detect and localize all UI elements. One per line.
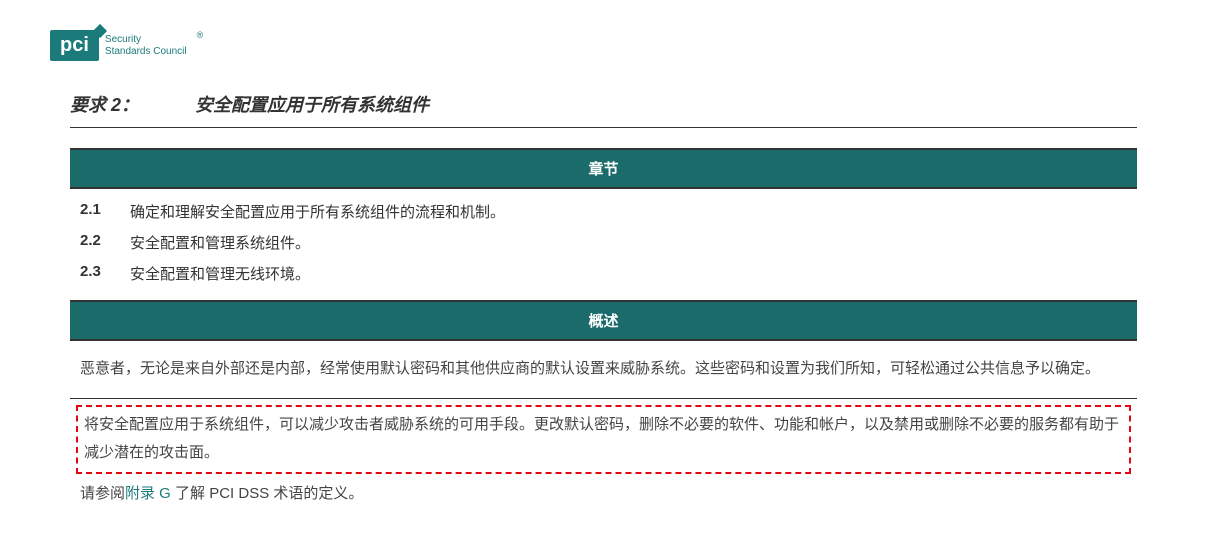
footer-note: 请参阅附录 G 了解 PCI DSS 术语的定义。 xyxy=(80,482,1127,503)
overview-header-bar: 概述 xyxy=(70,300,1137,341)
sections-list: 2.1 确定和理解安全配置应用于所有系统组件的流程和机制。 2.2 安全配置和管… xyxy=(80,201,1127,284)
section-number: 2.3 xyxy=(80,263,130,284)
logo-brand-text: pci xyxy=(60,34,89,56)
section-text: 确定和理解安全配置应用于所有系统组件的流程和机制。 xyxy=(130,201,505,222)
footer-suffix: 了解 PCI DSS 术语的定义。 xyxy=(171,485,364,502)
section-item: 2.2 安全配置和管理系统组件。 xyxy=(80,232,1127,253)
section-item: 2.1 确定和理解安全配置应用于所有系统组件的流程和机制。 xyxy=(80,201,1127,222)
sections-header-bar: 章节 xyxy=(70,148,1137,189)
overview-paragraph-1: 恶意者，无论是来自外部还是内部，经常使用默认密码和其他供应商的默认设置来威胁系统… xyxy=(80,355,1127,384)
logo-header: pci Security Standards Council ® xyxy=(50,30,1157,61)
section-number: 2.2 xyxy=(80,232,130,253)
section-text: 安全配置和管理无线环境。 xyxy=(130,263,310,284)
footer-prefix: 请参阅 xyxy=(80,485,125,502)
logo-registered-mark: ® xyxy=(197,30,204,40)
logo-subtext: Security Standards Council xyxy=(105,34,187,58)
requirement-label: 要求 2： xyxy=(70,91,190,117)
logo-line2: Standards Council xyxy=(105,46,187,58)
section-number: 2.1 xyxy=(80,201,130,222)
section-item: 2.3 安全配置和管理无线环境。 xyxy=(80,263,1127,284)
logo-line1: Security xyxy=(105,34,187,46)
section-text: 安全配置和管理系统组件。 xyxy=(130,232,310,253)
requirement-title-row: 要求 2： 安全配置应用于所有系统组件 xyxy=(70,91,1137,128)
appendix-link[interactable]: 附录 G xyxy=(125,485,171,502)
requirement-text: 安全配置应用于所有系统组件 xyxy=(195,95,429,115)
divider xyxy=(70,398,1137,399)
logo-brand-box: pci xyxy=(50,30,99,61)
highlight-box: 将安全配置应用于系统组件，可以减少攻击者威胁系统的可用手段。更改默认密码，删除不… xyxy=(76,405,1131,474)
